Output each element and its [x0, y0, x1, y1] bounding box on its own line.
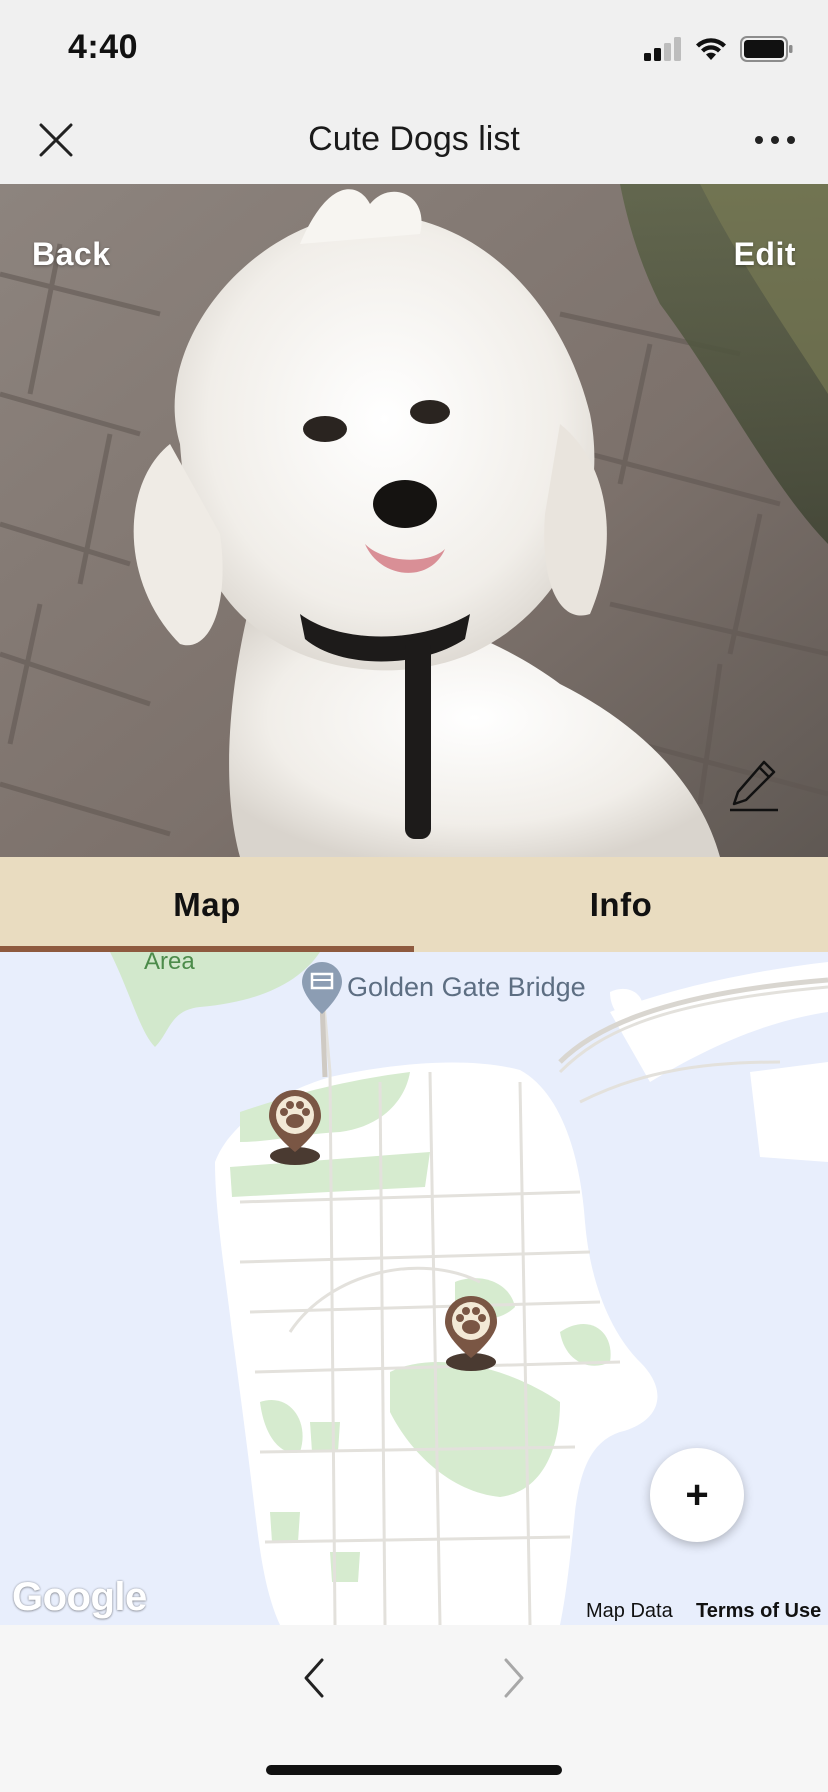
status-bar: 4:40: [0, 0, 828, 94]
paw-marker-icon[interactable]: [442, 1294, 500, 1372]
hero-photo: Back Edit: [0, 184, 828, 857]
paw-marker-icon[interactable]: [266, 1088, 324, 1166]
chevron-left-icon[interactable]: [298, 1656, 330, 1700]
nav-bar: Cute Dogs list: [0, 94, 828, 184]
back-button[interactable]: Back: [32, 236, 111, 273]
tab-info-label: Info: [589, 886, 653, 923]
google-logo: Google: [12, 1575, 147, 1619]
more-horizontal-icon[interactable]: [754, 128, 796, 152]
page-title: Cute Dogs list: [308, 120, 520, 158]
map-data-link[interactable]: Map Data: [586, 1600, 673, 1623]
cellular-signal-icon: [644, 37, 681, 61]
battery-icon: [740, 36, 793, 62]
status-icons: [644, 34, 794, 64]
status-time: 4:40: [68, 28, 139, 66]
tab-bar: Map Info: [0, 857, 828, 952]
home-indicator: [266, 1765, 562, 1775]
wifi-icon: [696, 38, 726, 60]
edit-button[interactable]: Edit: [734, 236, 796, 273]
map-landmark-label[interactable]: Golden Gate Bridge: [347, 972, 586, 1003]
tab-map[interactable]: Map: [0, 857, 414, 952]
terms-of-use-link[interactable]: Terms of Use: [696, 1600, 821, 1623]
pencil-icon[interactable]: [730, 758, 782, 814]
tab-info[interactable]: Info: [414, 857, 828, 952]
map-area-label: Area: [144, 952, 195, 975]
tab-map-label: Map: [173, 886, 241, 923]
dog-photo: [0, 184, 828, 857]
add-marker-button[interactable]: +: [650, 1448, 744, 1542]
chevron-right-icon[interactable]: [498, 1656, 530, 1700]
